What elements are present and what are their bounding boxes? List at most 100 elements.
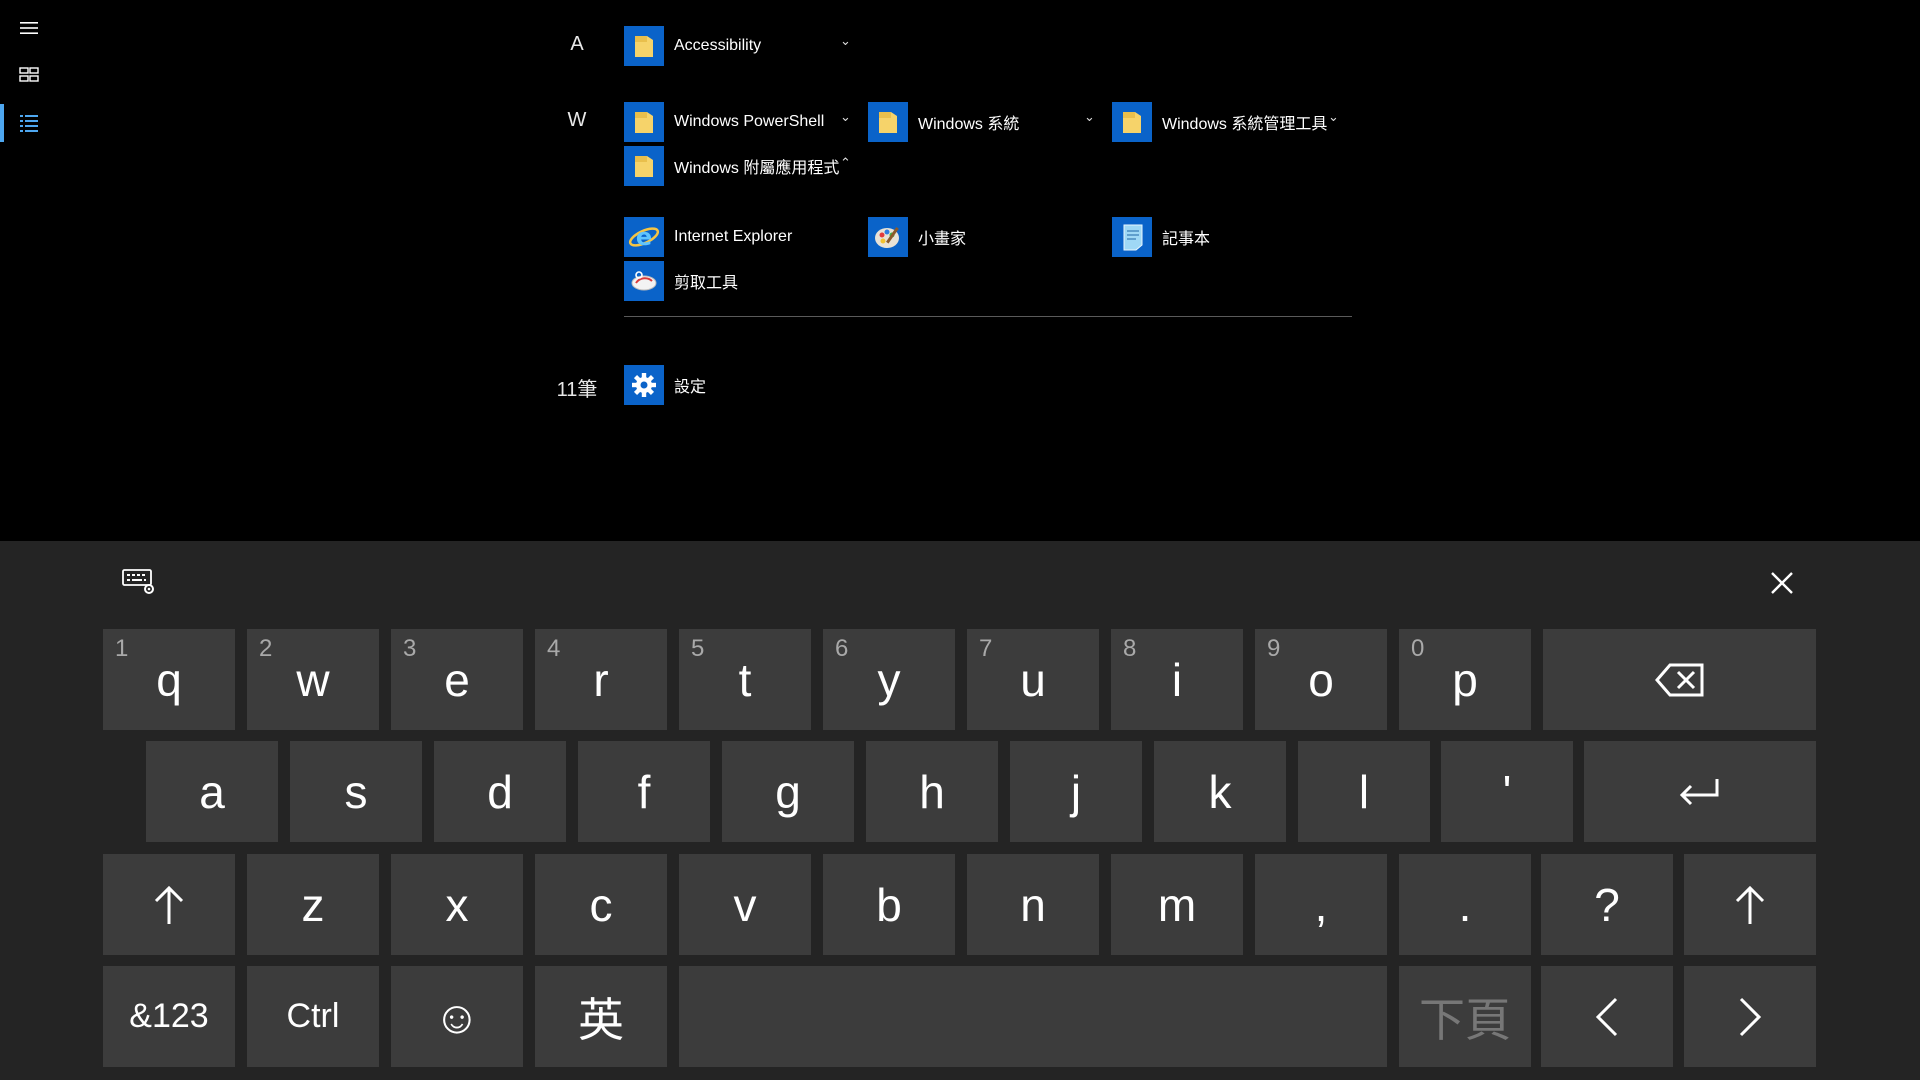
enter-key[interactable] — [1584, 741, 1816, 842]
chevron-down-icon[interactable]: ⌄ — [1084, 109, 1095, 125]
key-d[interactable]: d — [434, 741, 566, 842]
app-name: Windows 系統 — [918, 116, 1020, 133]
key-s[interactable]: s — [290, 741, 422, 842]
key-b[interactable]: b — [823, 854, 955, 955]
key-number-hint: 2 — [259, 635, 273, 662]
tiles-icon — [19, 67, 39, 82]
key-apostrophe[interactable]: ' — [1441, 741, 1573, 842]
key-number-hint: 7 — [979, 635, 993, 662]
shift-key-right[interactable] — [1684, 854, 1816, 955]
key-t[interactable]: 5t — [679, 629, 811, 730]
key-p[interactable]: 0p — [1399, 629, 1531, 730]
keyboard-settings-icon[interactable] — [122, 567, 156, 600]
key-number-hint: 4 — [547, 635, 561, 662]
cursor-left-key[interactable] — [1541, 966, 1673, 1067]
chevron-down-icon[interactable]: ⌄ — [840, 33, 851, 49]
folder-icon — [868, 102, 908, 142]
key-label: h — [919, 765, 945, 818]
app-accessibility[interactable]: Accessibility ⌄ — [624, 25, 851, 67]
next-page-key[interactable]: 下頁 — [1399, 966, 1531, 1067]
hamburger-icon — [20, 22, 38, 34]
key-r[interactable]: 4r — [535, 629, 667, 730]
key-a[interactable]: a — [146, 741, 278, 842]
key-i[interactable]: 8i — [1111, 629, 1243, 730]
key-label: . — [1458, 878, 1472, 931]
backspace-icon — [1654, 663, 1703, 696]
app-windows-powershell[interactable]: Windows PowerShell ⌄ — [624, 101, 851, 143]
ctrl-key[interactable]: Ctrl — [247, 966, 379, 1067]
all-apps-list-button[interactable] — [0, 100, 58, 146]
folder-icon — [624, 102, 664, 142]
key-label: Ctrl — [286, 997, 340, 1035]
key-e[interactable]: 3e — [391, 629, 523, 730]
key-h[interactable]: h — [866, 741, 998, 842]
key-label: t — [738, 653, 752, 706]
app-name: 記事本 — [1162, 231, 1211, 248]
symbols-key[interactable]: &123 — [103, 966, 235, 1067]
settings-gear-icon — [624, 365, 664, 405]
key-label: 下頁 — [1419, 993, 1511, 1046]
key-c[interactable]: c — [535, 854, 667, 955]
key-label: q — [156, 653, 182, 706]
key-n[interactable]: n — [967, 854, 1099, 955]
key-z[interactable]: z — [247, 854, 379, 955]
key-label: ? — [1594, 878, 1620, 931]
app-paint[interactable]: 小畫家 — [868, 216, 966, 258]
key-label: n — [1020, 878, 1046, 931]
key-k[interactable]: k — [1154, 741, 1286, 842]
letter-header-a[interactable]: A — [542, 33, 612, 56]
chevron-up-icon[interactable]: ⌃ — [840, 155, 851, 171]
key-v[interactable]: v — [679, 854, 811, 955]
key-label: m — [1157, 878, 1197, 931]
key-label: i — [1171, 653, 1183, 706]
key-j[interactable]: j — [1010, 741, 1142, 842]
key-number-hint: 1 — [115, 635, 129, 662]
internet-explorer-icon: e — [624, 217, 664, 257]
app-internet-explorer[interactable]: e Internet Explorer — [624, 216, 792, 258]
app-windows-accessories[interactable]: Windows 附屬應用程式 ⌃ — [624, 145, 851, 187]
letter-header-w[interactable]: W — [542, 109, 612, 132]
close-keyboard-button[interactable] — [1764, 565, 1800, 601]
key-o[interactable]: 9o — [1255, 629, 1387, 730]
cursor-right-key[interactable] — [1684, 966, 1816, 1067]
app-snipping-tool[interactable]: 剪取工具 — [624, 260, 738, 302]
language-toggle-key[interactable]: 英 — [535, 966, 667, 1067]
emoji-key[interactable]: ☺ — [391, 966, 523, 1067]
app-windows-admin-tools[interactable]: Windows 系統管理工具 ⌄ — [1112, 101, 1339, 143]
key-label: o — [1308, 653, 1334, 706]
app-notepad[interactable]: 記事本 — [1112, 216, 1210, 258]
key-q[interactable]: 1q — [103, 629, 235, 730]
tiles-view-button[interactable] — [0, 52, 58, 98]
key-question[interactable]: ? — [1541, 854, 1673, 955]
backspace-key[interactable] — [1543, 629, 1816, 730]
app-windows-system[interactable]: Windows 系統 ⌄ — [868, 101, 1095, 143]
letter-header-settings[interactable]: 11筆 — [542, 373, 612, 402]
key-label: z — [301, 878, 325, 931]
chevron-down-icon[interactable]: ⌄ — [1328, 109, 1339, 125]
key-label: x — [445, 878, 469, 931]
key-f[interactable]: f — [578, 741, 710, 842]
app-name: Windows 系統管理工具 — [1162, 116, 1328, 133]
key-number-hint: 8 — [1123, 635, 1137, 662]
key-l[interactable]: l — [1298, 741, 1430, 842]
key-comma[interactable]: , — [1255, 854, 1387, 955]
key-label: v — [733, 878, 757, 931]
key-g[interactable]: g — [722, 741, 854, 842]
key-y[interactable]: 6y — [823, 629, 955, 730]
app-settings[interactable]: 設定 — [624, 364, 706, 406]
chevron-down-icon[interactable]: ⌄ — [840, 109, 851, 125]
key-m[interactable]: m — [1111, 854, 1243, 955]
key-number-hint: 3 — [403, 635, 417, 662]
hamburger-menu-button[interactable] — [0, 5, 58, 51]
key-w[interactable]: 2w — [247, 629, 379, 730]
shift-key-left[interactable] — [103, 854, 235, 955]
emoji-icon: ☺ — [433, 990, 481, 1043]
key-u[interactable]: 7u — [967, 629, 1099, 730]
app-name: 剪取工具 — [674, 275, 739, 292]
key-x[interactable]: x — [391, 854, 523, 955]
folder-icon — [624, 26, 664, 66]
key-period[interactable]: . — [1399, 854, 1531, 955]
shift-arrow-up-icon — [1735, 885, 1765, 924]
space-key[interactable] — [679, 966, 1387, 1067]
section-divider — [624, 316, 1352, 317]
